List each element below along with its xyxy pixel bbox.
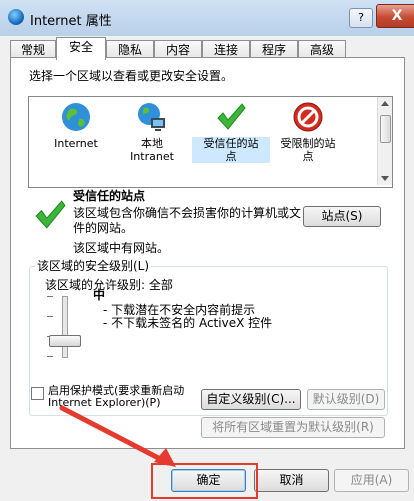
tab-security[interactable]: 安全 [56,37,106,60]
red-arrow-icon [59,405,176,467]
